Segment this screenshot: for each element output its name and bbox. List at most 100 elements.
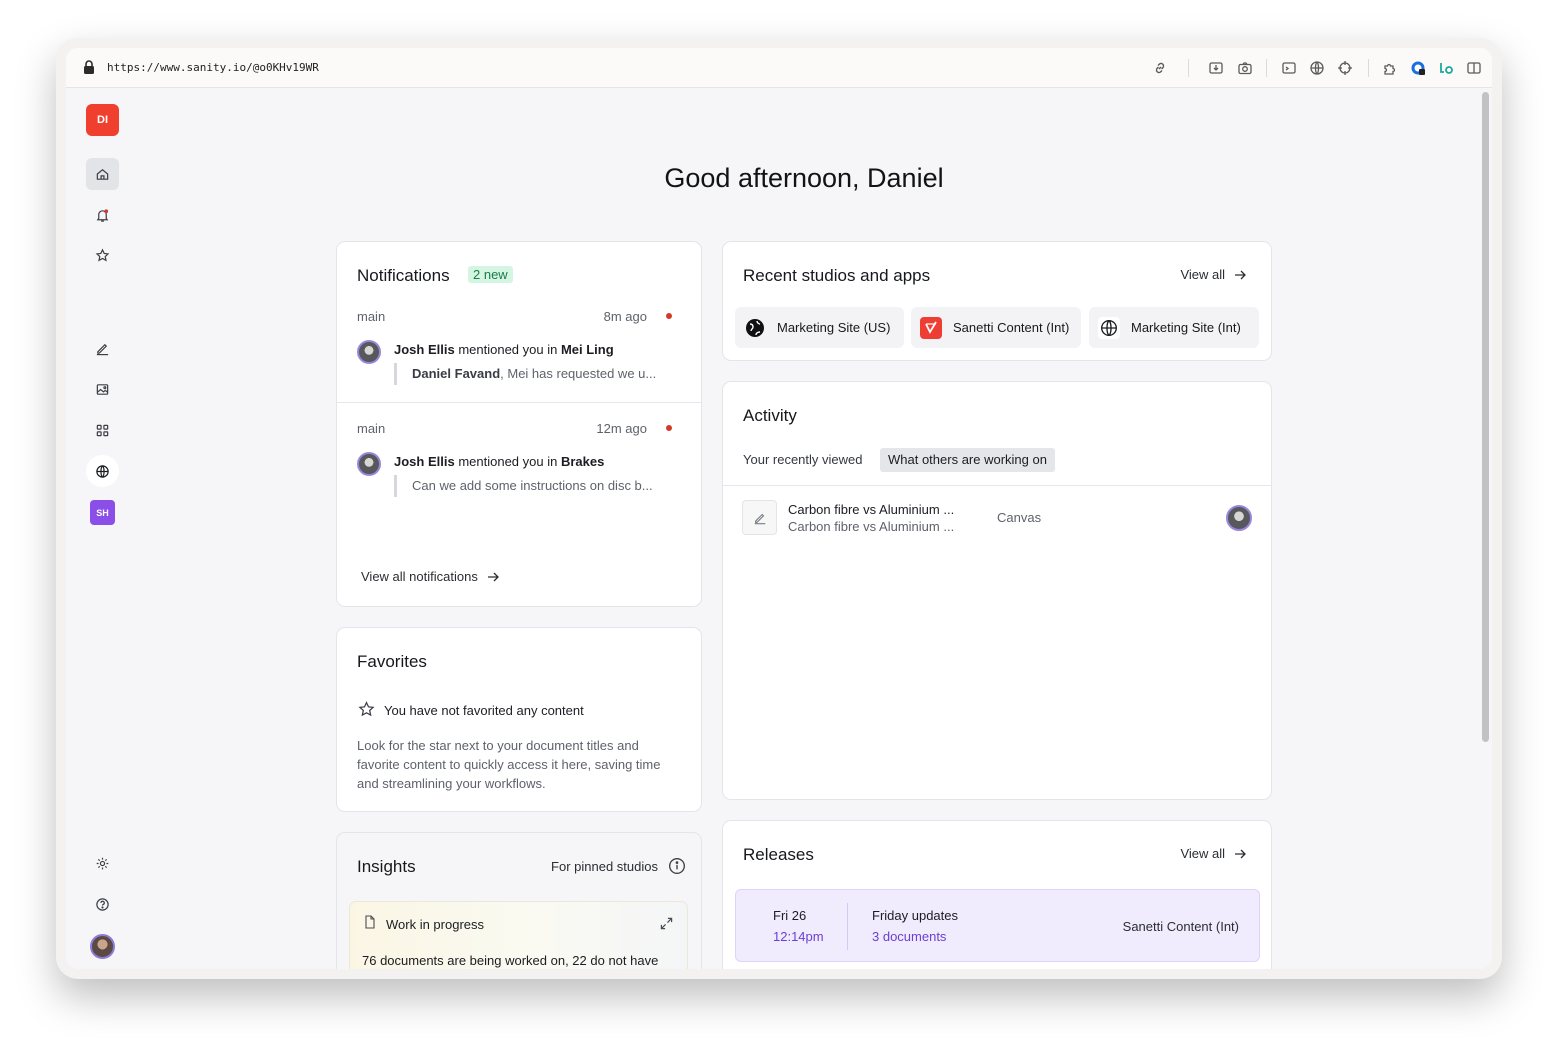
activity-row-type: Canvas <box>997 510 1042 525</box>
studio-chip-marketing-us[interactable]: Marketing Site (US) <box>735 307 904 348</box>
sidebar-item-apps[interactable] <box>86 414 119 446</box>
sidebar-item-editor[interactable] <box>86 332 119 364</box>
link-icon[interactable] <box>1152 60 1168 76</box>
notification-text: Josh Ellis mentioned you in Mei Ling <box>394 342 614 357</box>
activity-row-title: Carbon fibre vs Aluminium ... <box>788 502 955 517</box>
sidebar-item-notifications[interactable] <box>86 199 119 231</box>
recent-view-all-link[interactable]: View all <box>1180 267 1247 282</box>
lock-icon <box>84 60 94 74</box>
tab-recently-viewed[interactable]: Your recently viewed <box>735 448 870 472</box>
recent-studios-card: Recent studios and apps View all Marketi… <box>722 241 1272 361</box>
releases-view-all-link[interactable]: View all <box>1180 846 1247 861</box>
insights-title: Insights <box>357 857 416 876</box>
favorites-help-text: Look for the star next to your document … <box>357 738 661 791</box>
document-icon <box>365 915 375 929</box>
notification-quote: Can we add some instructions on disc b..… <box>394 475 664 497</box>
favorites-card: Favorites You have not favorited any con… <box>336 627 702 812</box>
expand-icon[interactable] <box>660 917 673 930</box>
insight-work-in-progress[interactable]: Work in progress 76 documents are being … <box>349 901 688 969</box>
notification-time: 12m ago <box>596 421 647 436</box>
crosshair-icon[interactable] <box>1337 60 1353 76</box>
arrow-right-icon <box>1235 849 1246 858</box>
divider <box>847 903 848 950</box>
insight-box-title: Work in progress <box>386 917 485 932</box>
camera-icon[interactable] <box>1237 60 1253 76</box>
releases-card: Releases View all Fri 26 12:14pm Friday … <box>722 820 1272 969</box>
download-icon[interactable] <box>1208 60 1224 76</box>
avatar <box>357 452 381 476</box>
browser-window: https://www.sanity.io/@o0KHv19WR DI SH G… <box>66 48 1492 969</box>
activity-card: Activity Your recently viewed What other… <box>722 381 1272 800</box>
globe-icon <box>1098 316 1120 339</box>
notification-branch: main <box>357 309 386 324</box>
url-text[interactable]: https://www.sanity.io/@o0KHv19WR <box>107 61 319 74</box>
lo-extension-icon[interactable] <box>1438 60 1454 76</box>
extension-icon[interactable] <box>1382 60 1398 76</box>
workspace-avatar[interactable]: DI <box>86 104 119 136</box>
sidebar-item-help[interactable] <box>86 888 119 920</box>
avatar <box>357 340 381 364</box>
releases-title: Releases <box>743 845 814 864</box>
help-icon <box>96 897 109 911</box>
sidebar-toggle-icon[interactable] <box>1466 60 1482 76</box>
favorites-title: Favorites <box>357 652 427 671</box>
browser-toolbar: https://www.sanity.io/@o0KHv19WR <box>66 48 1492 88</box>
sidebar-item-settings[interactable] <box>86 847 119 879</box>
terminal-icon[interactable] <box>1281 60 1297 76</box>
insights-card: Insights For pinned studios Work in prog… <box>336 832 702 969</box>
page-title: Good afternoon, Daniel <box>664 163 944 193</box>
bell-icon <box>96 208 109 222</box>
grid-icon <box>96 424 109 436</box>
divider <box>337 402 701 403</box>
notification-text: Josh Ellis mentioned you in Brakes <box>394 454 605 469</box>
edit-icon <box>96 343 109 355</box>
tab-others-working[interactable]: What others are working on <box>880 448 1055 472</box>
view-all-notifications-link[interactable]: View all notifications <box>361 569 500 584</box>
star-icon <box>358 701 375 717</box>
divider <box>723 485 1271 486</box>
unread-dot <box>666 425 672 431</box>
gear-icon <box>96 857 109 869</box>
star-icon <box>95 247 110 262</box>
password-manager-icon[interactable] <box>1410 60 1426 76</box>
toolbar-separator <box>1266 59 1267 77</box>
sidebar-item-favorites[interactable] <box>86 239 119 271</box>
toolbar-separator <box>1188 59 1189 77</box>
arrow-right-icon <box>1235 270 1246 279</box>
sidebar-item-sh[interactable]: SH <box>90 500 115 525</box>
notification-time: 8m ago <box>603 309 647 324</box>
release-name: Friday updates <box>872 908 958 923</box>
favorites-empty-text: You have not favorited any content <box>384 703 584 718</box>
sanetti-logo-icon <box>920 316 942 339</box>
notifications-title: Notifications <box>357 266 450 285</box>
release-time: 12:14pm <box>773 929 824 944</box>
document-thumb <box>742 500 777 535</box>
notification-quote: Daniel Favand, Mei has requested we u... <box>394 363 664 385</box>
globe-icon <box>96 464 109 478</box>
notification-branch: main <box>357 421 386 436</box>
sidebar-item-media[interactable] <box>86 373 119 405</box>
user-avatar[interactable] <box>90 934 115 959</box>
notifications-card: Notifications 2 new main 8m ago Josh Ell… <box>336 241 702 607</box>
release-docs-count[interactable]: 3 documents <box>872 929 946 944</box>
release-row[interactable]: Fri 26 12:14pm Friday updates 3 document… <box>735 889 1260 962</box>
release-date: Fri 26 <box>773 908 807 923</box>
release-studio: Sanetti Content (Int) <box>1122 919 1239 934</box>
sidebar: DI SH <box>86 104 119 964</box>
media-icon <box>96 383 109 395</box>
insights-filter[interactable]: For pinned studios <box>551 859 658 874</box>
activity-row-subtitle: Carbon fibre vs Aluminium ... <box>788 519 955 534</box>
recent-studios-title: Recent studios and apps <box>743 266 931 285</box>
activity-title: Activity <box>743 406 797 425</box>
arrow-right-icon <box>487 572 499 581</box>
studio-chip-marketing-int[interactable]: Marketing Site (Int) <box>1089 307 1259 348</box>
new-badge: 2 new <box>468 266 513 283</box>
globe-grid-icon[interactable] <box>1309 60 1325 76</box>
toolbar-separator <box>1368 59 1369 77</box>
sidebar-item-globe[interactable] <box>86 455 119 487</box>
globe-filled-icon <box>744 317 766 339</box>
insight-box-text: 76 documents are being worked on, 22 do … <box>362 953 659 968</box>
edit-icon <box>754 513 765 524</box>
studio-chip-sanetti-int[interactable]: Sanetti Content (Int) <box>911 307 1081 348</box>
info-icon[interactable] <box>668 857 686 875</box>
